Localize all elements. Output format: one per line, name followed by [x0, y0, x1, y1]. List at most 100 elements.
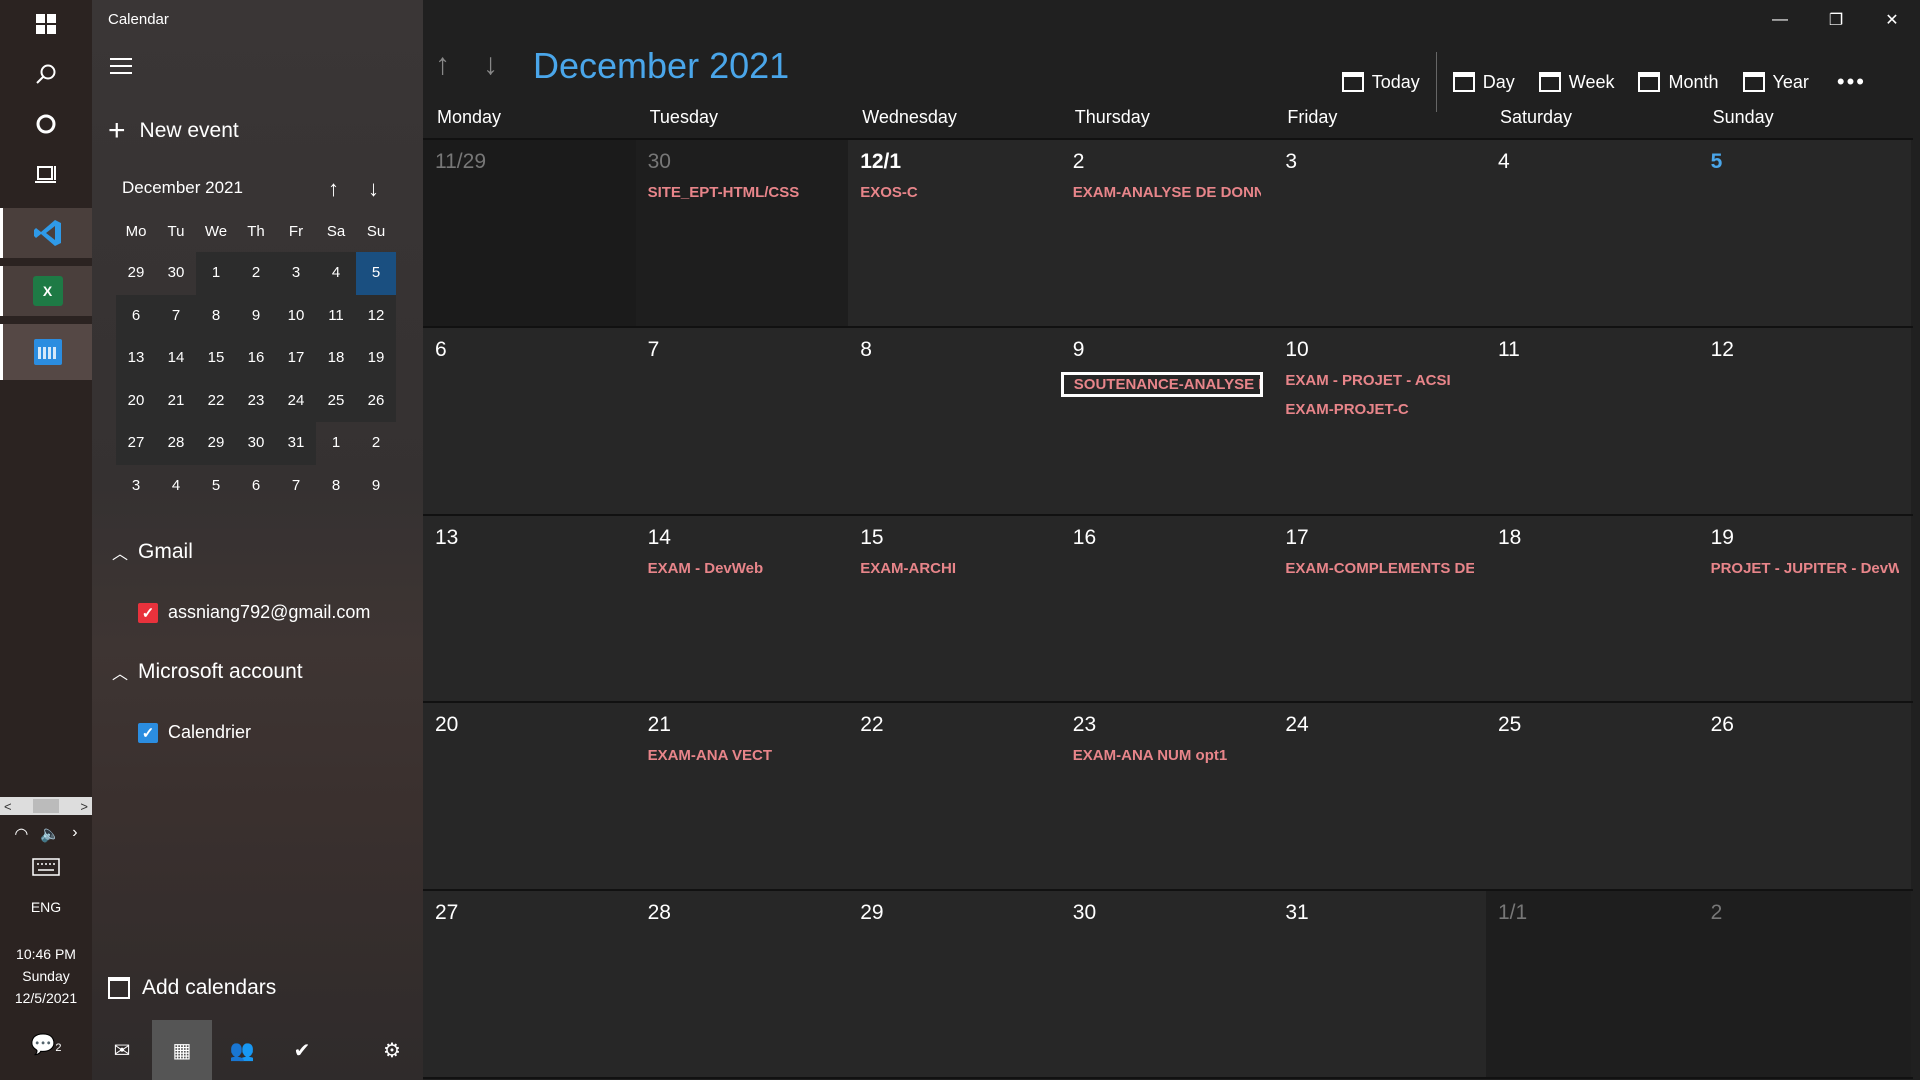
calendar-event[interactable]: EXAM - DevWeb	[648, 560, 837, 577]
week-view-button[interactable]: Week	[1527, 64, 1627, 100]
mini-day[interactable]: 19	[356, 337, 396, 380]
calendar-event[interactable]: EXAM-ANA VECT	[648, 747, 837, 764]
day-cell[interactable]: 15 EXAM-ARCHI	[848, 515, 1061, 702]
mini-day[interactable]: 2	[236, 252, 276, 295]
day-cell[interactable]: 8	[848, 327, 1061, 514]
mini-day[interactable]: 2	[356, 422, 396, 465]
day-cell[interactable]: 4	[1485, 140, 1699, 326]
day-cell[interactable]: 9 SOUTENANCE-ANALYSE DE DONNEES	[1060, 327, 1274, 514]
scroll-left-icon[interactable]: <	[4, 799, 12, 814]
calendar-event[interactable]: EXAM-PROJET-C	[1285, 401, 1474, 418]
mini-day[interactable]: 3	[116, 465, 156, 508]
calendar-event[interactable]: EXAM-ANALYSE DE DONNEES	[1073, 184, 1262, 201]
day-cell[interactable]: 21 EXAM-ANA VECT	[635, 703, 849, 890]
day-cell[interactable]: 19 PROJET - JUPITER - DevWeb	[1698, 515, 1912, 702]
excel-icon[interactable]: X	[0, 266, 92, 316]
mini-day[interactable]: 31	[276, 422, 316, 465]
volume-icon[interactable]: 🔈	[40, 824, 60, 844]
day-cell[interactable]: 14 EXAM - DevWeb	[635, 515, 849, 702]
day-cell[interactable]: 3	[1273, 140, 1486, 326]
mini-calendar-month-label[interactable]: December 2021	[122, 178, 243, 198]
notification-center-icon[interactable]: 💬2	[0, 1032, 92, 1057]
day-cell[interactable]: 28	[635, 891, 849, 1077]
day-cell[interactable]: 12	[1698, 327, 1912, 514]
mini-day[interactable]: 9	[356, 465, 396, 508]
minimize-icon[interactable]: —	[1752, 0, 1808, 40]
today-button[interactable]: Today	[1330, 64, 1432, 100]
mini-day[interactable]: 20	[116, 379, 156, 422]
mini-day[interactable]: 3	[276, 252, 316, 295]
day-cell[interactable]: 11/29	[423, 140, 636, 326]
day-cell[interactable]: 30	[1060, 891, 1274, 1077]
calendar-event[interactable]: EXAM - PROJET - ACSI	[1285, 372, 1474, 389]
day-cell[interactable]: 1/1	[1485, 891, 1699, 1077]
mini-day[interactable]: 11	[316, 294, 356, 337]
year-view-button[interactable]: Year	[1731, 64, 1821, 100]
mini-day[interactable]: 10	[276, 294, 316, 337]
mini-day[interactable]: 16	[236, 337, 276, 380]
mini-day[interactable]: 18	[316, 337, 356, 380]
gmail-account-header[interactable]: ︿ Gmail	[112, 540, 193, 564]
mini-day[interactable]: 26	[356, 379, 396, 422]
tray-scrollbar[interactable]: < >	[0, 797, 92, 815]
mini-day[interactable]: 4	[316, 252, 356, 295]
mini-day[interactable]: 8	[196, 294, 236, 337]
day-cell[interactable]: 24	[1273, 703, 1486, 890]
day-view-button[interactable]: Day	[1441, 64, 1527, 100]
day-cell[interactable]: 20	[423, 703, 636, 890]
vscode-icon[interactable]	[0, 208, 92, 258]
more-options-icon[interactable]: •••	[1821, 69, 1882, 95]
mini-day[interactable]: 28	[156, 422, 196, 465]
chevron-right-icon[interactable]: ›	[72, 824, 77, 844]
checkbox-checked-icon[interactable]: ✓	[138, 722, 158, 743]
mini-day[interactable]: 4	[156, 465, 196, 508]
month-title[interactable]: December 2021	[533, 45, 789, 87]
mini-day[interactable]: 30	[236, 422, 276, 465]
language-indicator[interactable]: ENG	[0, 899, 92, 915]
day-cell[interactable]: 23 EXAM-ANA NUM opt1	[1060, 703, 1274, 890]
mini-day[interactable]: 21	[156, 379, 196, 422]
day-cell[interactable]: 16	[1060, 515, 1274, 702]
calendar-event[interactable]: PROJET - JUPITER - DevWeb	[1711, 560, 1900, 577]
day-cell[interactable]: 6	[423, 327, 636, 514]
day-cell[interactable]: 10 EXAM - PROJET - ACSI EXAM-PROJET-C	[1273, 327, 1486, 514]
calendar-toggle-calendrier[interactable]: ✓ Calendrier	[138, 722, 251, 743]
mini-day[interactable]: 17	[276, 337, 316, 380]
add-calendars-button[interactable]: Add calendars	[108, 976, 276, 1000]
mini-day[interactable]: 6	[236, 465, 276, 508]
day-cell[interactable]: 2	[1698, 891, 1912, 1077]
day-cell[interactable]: 5	[1698, 140, 1912, 326]
hamburger-menu-icon[interactable]	[110, 58, 132, 74]
mini-day[interactable]: 5	[356, 252, 396, 295]
day-cell[interactable]: 30 SITE_EPT-HTML/CSS	[635, 140, 849, 326]
calendar-toggle-gmail[interactable]: ✓ assniang792@gmail.com	[138, 602, 370, 623]
mini-day[interactable]: 27	[116, 422, 156, 465]
day-cell[interactable]: 22	[848, 703, 1061, 890]
day-cell[interactable]: 26	[1698, 703, 1912, 890]
day-cell[interactable]: 27	[423, 891, 636, 1077]
mini-day[interactable]: 23	[236, 379, 276, 422]
clock-time[interactable]: 10:46 PM	[0, 946, 92, 962]
day-cell[interactable]: 13	[423, 515, 636, 702]
calendar-event[interactable]: SOUTENANCE-ANALYSE DE DONNEES	[1060, 371, 1264, 397]
calendar-icon[interactable]: ▦	[152, 1020, 212, 1080]
calendar-event[interactable]: EXAM-ARCHI	[860, 560, 1049, 577]
calendar-event[interactable]: EXAM-ANA NUM opt1	[1073, 747, 1262, 764]
day-cell[interactable]: 17 EXAM-COMPLEMENTS DE	[1273, 515, 1486, 702]
scroll-right-icon[interactable]: >	[80, 799, 88, 814]
task-view-icon[interactable]	[0, 150, 92, 198]
day-cell[interactable]: 18	[1485, 515, 1699, 702]
clock-weekday[interactable]: Sunday	[0, 968, 92, 984]
day-cell[interactable]: 2 EXAM-ANALYSE DE DONNEES	[1060, 140, 1274, 326]
next-month-arrow-icon[interactable]: ↓	[483, 48, 498, 82]
mini-day[interactable]: 7	[276, 465, 316, 508]
day-cell[interactable]: 12/1 EXOS-C	[848, 140, 1061, 326]
day-cell[interactable]: 11	[1485, 327, 1699, 514]
restore-icon[interactable]: ❐	[1808, 0, 1864, 40]
day-cell[interactable]: 25	[1485, 703, 1699, 890]
mini-day[interactable]: 9	[236, 294, 276, 337]
keyboard-icon[interactable]	[0, 858, 92, 879]
todo-icon[interactable]: ✔	[272, 1020, 332, 1080]
mini-day[interactable]: 25	[316, 379, 356, 422]
calendar-event[interactable]: EXOS-C	[860, 184, 1049, 201]
